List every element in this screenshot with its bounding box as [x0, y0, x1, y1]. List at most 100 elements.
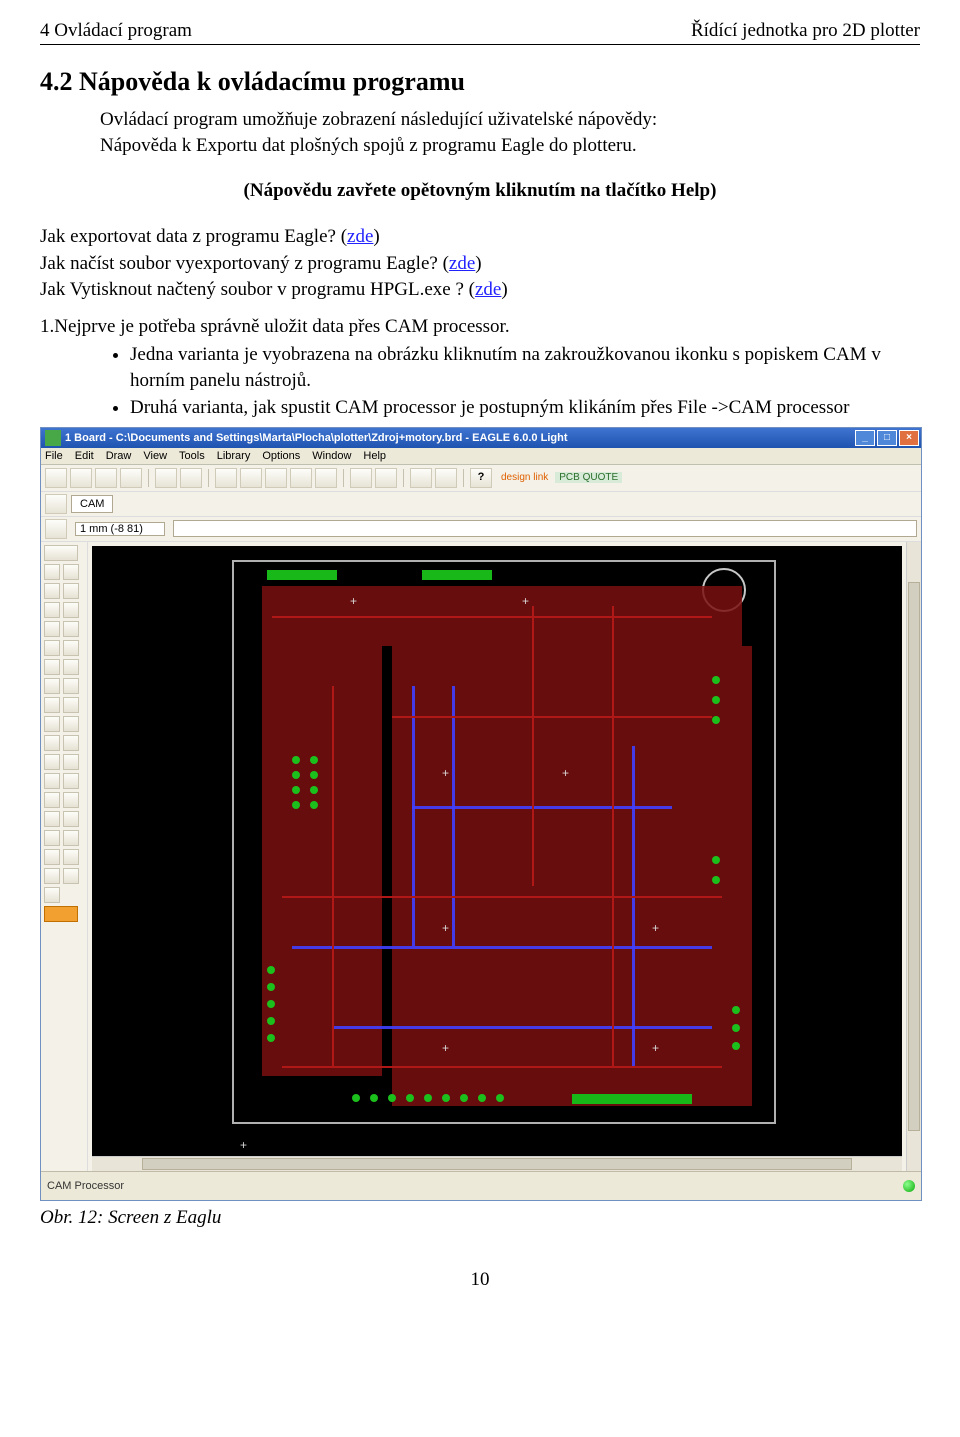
bullet-2: Druhá varianta, jak spustit CAM processo…	[130, 395, 920, 421]
page-number: 10	[40, 1269, 920, 1291]
menu-tools[interactable]: Tools	[179, 450, 205, 462]
eagle-toolbar-main: ? design link PCB QUOTE	[41, 465, 921, 492]
st-ripup-icon[interactable]	[63, 735, 79, 751]
st-display-icon[interactable]	[63, 564, 79, 580]
st-errors-icon[interactable]	[44, 906, 78, 922]
st-rotate-icon[interactable]	[63, 602, 79, 618]
st-mirror-icon[interactable]	[44, 602, 60, 618]
eagle-title-text: 1 Board - C:\Documents and Settings\Mart…	[65, 432, 568, 444]
coord-command-input[interactable]	[173, 520, 917, 537]
st-arc-icon[interactable]	[63, 773, 79, 789]
questions-block: Jak exportovat data z programu Eagle? (z…	[40, 224, 920, 304]
st-info-icon[interactable]	[44, 545, 78, 561]
tb-zoom-fit-icon[interactable]	[290, 468, 312, 488]
intro-line-2: Nápověda k Exportu dat plošných spojů z …	[100, 133, 920, 159]
st-cut-icon[interactable]	[44, 640, 60, 656]
tb-print-icon[interactable]	[95, 468, 117, 488]
tb-redo-icon[interactable]	[375, 468, 397, 488]
link-zde-2[interactable]: zde	[449, 253, 475, 274]
eagle-canvas[interactable]: + + + + + + + + +	[92, 546, 902, 1156]
st-add-icon[interactable]	[63, 659, 79, 675]
menu-options[interactable]: Options	[262, 450, 300, 462]
design-link-label[interactable]: design link	[501, 472, 548, 483]
link-zde-3[interactable]: zde	[475, 279, 501, 300]
close-help-note: (Nápovědu zavřete opětovným kliknutím na…	[40, 180, 920, 202]
tb-open-icon[interactable]	[45, 468, 67, 488]
st-value-icon[interactable]	[44, 697, 60, 713]
st-via-icon[interactable]	[44, 811, 60, 827]
st-smash-icon[interactable]	[63, 697, 79, 713]
eagle-side-toolbar	[41, 542, 88, 1171]
window-maximize-button[interactable]: □	[877, 430, 897, 446]
menu-draw[interactable]: Draw	[106, 450, 132, 462]
tb-zoom-sel-icon[interactable]	[315, 468, 337, 488]
menu-edit[interactable]: Edit	[75, 450, 94, 462]
tb-zoom-out-icon[interactable]	[265, 468, 287, 488]
header-left: 4 Ovládací program	[40, 20, 192, 42]
status-indicator-icon	[903, 1180, 915, 1192]
st-ratsnest-icon[interactable]	[63, 849, 79, 865]
st-miter-icon[interactable]	[44, 716, 60, 732]
link-zde-1[interactable]: zde	[347, 226, 373, 247]
st-rect-icon[interactable]	[44, 792, 60, 808]
pcb-quote-label[interactable]: PCB QUOTE	[555, 472, 622, 483]
eagle-screenshot: 1 Board - C:\Documents and Settings\Mart…	[40, 427, 922, 1201]
h-scroll-thumb[interactable]	[142, 1158, 852, 1170]
st-layer-icon[interactable]	[44, 564, 60, 580]
tb-info-icon[interactable]	[45, 519, 67, 539]
menu-help[interactable]: Help	[363, 450, 386, 462]
st-hole-icon[interactable]	[44, 830, 60, 846]
st-replace-icon[interactable]	[44, 678, 60, 694]
st-poly-icon[interactable]	[63, 792, 79, 808]
menu-window[interactable]: Window	[312, 450, 351, 462]
st-dim-icon[interactable]	[44, 849, 60, 865]
eagle-titlebar: 1 Board - C:\Documents and Settings\Mart…	[41, 428, 921, 448]
tb-stop-icon[interactable]	[410, 468, 432, 488]
tb-zoom-in-icon[interactable]	[240, 468, 262, 488]
st-auto-icon[interactable]	[44, 868, 60, 884]
st-drc-icon[interactable]	[44, 887, 60, 903]
canvas-h-scrollbar[interactable]	[92, 1156, 902, 1171]
tb-zoom-icon[interactable]	[215, 468, 237, 488]
st-copy-icon[interactable]	[63, 583, 79, 599]
tb-grid-icon[interactable]	[45, 494, 67, 514]
tb-brd-icon[interactable]	[180, 468, 202, 488]
canvas-v-scrollbar[interactable]	[906, 542, 921, 1171]
menu-file[interactable]: File	[45, 450, 63, 462]
st-split-icon[interactable]	[63, 716, 79, 732]
tb-go-icon[interactable]	[435, 468, 457, 488]
st-attr-icon[interactable]	[63, 830, 79, 846]
bullet-1: Jedna varianta je vyobrazena na obrázku …	[130, 342, 920, 393]
st-circle-icon[interactable]	[44, 773, 60, 789]
st-wire-icon[interactable]	[44, 754, 60, 770]
tb-undo-icon[interactable]	[350, 468, 372, 488]
window-close-button[interactable]: ×	[899, 430, 919, 446]
tb-cam-icon[interactable]	[120, 468, 142, 488]
eagle-canvas-wrap: + + + + + + + + +	[88, 542, 906, 1171]
st-move-icon[interactable]	[44, 583, 60, 599]
header-right: Řídící jednotka pro 2D plotter	[691, 20, 920, 42]
menu-view[interactable]: View	[143, 450, 167, 462]
st-erc-icon[interactable]	[63, 868, 79, 884]
st-route-icon[interactable]	[44, 735, 60, 751]
status-text: CAM Processor	[47, 1180, 124, 1192]
cam-combo[interactable]: CAM	[71, 495, 113, 513]
tb-save-icon[interactable]	[70, 468, 92, 488]
menu-library[interactable]: Library	[217, 450, 251, 462]
window-minimize-button[interactable]: _	[855, 430, 875, 446]
tb-help-icon[interactable]: ?	[470, 468, 492, 488]
tb-sch-icon[interactable]	[155, 468, 177, 488]
st-text-icon[interactable]	[63, 754, 79, 770]
eagle-app-icon	[45, 430, 61, 446]
page-header: 4 Ovládací program Řídící jednotka pro 2…	[40, 20, 920, 45]
st-signal-icon[interactable]	[63, 811, 79, 827]
eagle-statusbar: CAM Processor	[41, 1171, 921, 1200]
st-paste-icon[interactable]	[63, 640, 79, 656]
st-name-icon[interactable]	[63, 678, 79, 694]
st-delete-icon[interactable]	[44, 659, 60, 675]
st-group-icon[interactable]	[44, 621, 60, 637]
question-1: Jak exportovat data z programu Eagle? (z…	[40, 224, 920, 251]
step-1-bullets: Jedna varianta je vyobrazena na obrázku …	[130, 342, 920, 421]
v-scroll-thumb[interactable]	[908, 582, 920, 1131]
st-change-icon[interactable]	[63, 621, 79, 637]
